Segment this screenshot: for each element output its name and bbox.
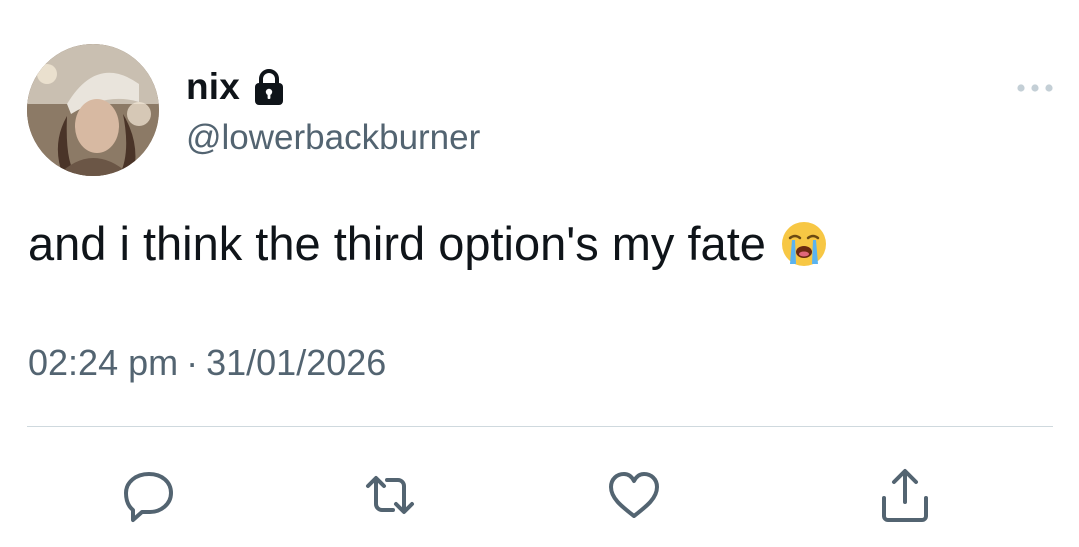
avatar-photo-icon (27, 44, 159, 176)
tweet-card: nix @lowerbackburner and i think the thi… (0, 0, 1079, 547)
retweet-button[interactable] (363, 466, 417, 524)
lock-icon (252, 68, 286, 106)
tweet-timestamp[interactable]: 02:24 pm · 31/01/2026 (28, 342, 386, 384)
loudly-crying-face-icon (780, 220, 828, 268)
heart-icon (609, 472, 659, 518)
tweet-body: and i think the third option's my fate (28, 217, 766, 270)
share-button[interactable] (878, 466, 932, 524)
reply-button[interactable] (122, 466, 176, 524)
user-handle[interactable]: @lowerbackburner (186, 118, 480, 158)
tweet-time: 02:24 pm (28, 342, 179, 383)
reply-icon (124, 472, 173, 522)
tweet-date: 31/01/2026 (206, 342, 387, 383)
tweet-actions (0, 466, 1079, 524)
tweet-text: and i think the third option's my fate (28, 216, 828, 271)
like-button[interactable] (607, 466, 661, 524)
name-row: nix (186, 64, 286, 110)
avatar[interactable] (27, 44, 159, 176)
divider (27, 426, 1053, 427)
share-icon (882, 469, 928, 522)
display-name[interactable]: nix (186, 66, 240, 108)
meta-separator: · (186, 342, 199, 383)
more-options-icon[interactable] (1014, 78, 1056, 98)
retweet-icon (366, 476, 414, 514)
